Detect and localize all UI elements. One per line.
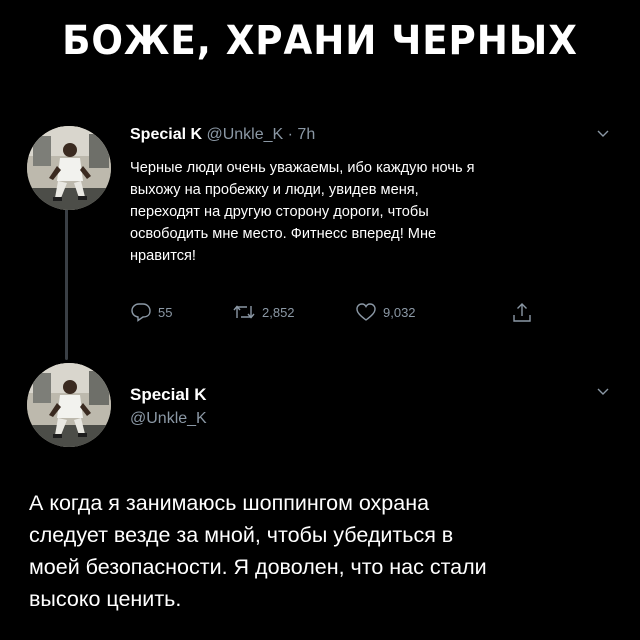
share-button[interactable] (512, 302, 532, 324)
handle-and-time[interactable]: @Unkle_K · 7h (202, 126, 315, 143)
tweet-text: А когда я занимаюсь шоппингом охрана сле… (29, 491, 487, 611)
avatar-photo-icon (27, 363, 111, 447)
reply-icon (131, 303, 151, 322)
avatar[interactable] (27, 363, 111, 447)
tweet-actions: 55 2,852 9,032 (130, 302, 560, 322)
display-name[interactable]: Special K (130, 385, 207, 405)
share-icon (513, 303, 531, 322)
retweet-count: 2,852 (262, 304, 295, 320)
meme-headline: БОЖЕ, ХРАНИ ЧЕРНЫХ (62, 18, 578, 64)
like-count: 9,032 (383, 304, 416, 320)
tweet-header: Special K @Unkle_K · 7h (130, 126, 315, 144)
handle[interactable]: @Unkle_K (130, 410, 207, 428)
like-button[interactable]: 9,032 (355, 302, 416, 322)
avatar[interactable] (27, 126, 111, 210)
reply-button[interactable]: 55 (130, 302, 172, 322)
reply-count: 55 (158, 304, 173, 320)
thread-connector-line (65, 205, 68, 360)
heart-icon (356, 303, 376, 321)
display-name[interactable]: Special K (130, 126, 202, 143)
chevron-down-icon[interactable] (597, 388, 609, 396)
tweet-text: Черные люди очень уважаемы, ибо каждую н… (130, 160, 475, 264)
retweet-button[interactable]: 2,852 (232, 302, 295, 322)
chevron-down-icon[interactable] (597, 130, 609, 138)
retweet-icon (233, 305, 255, 319)
avatar-photo-icon (27, 126, 111, 210)
